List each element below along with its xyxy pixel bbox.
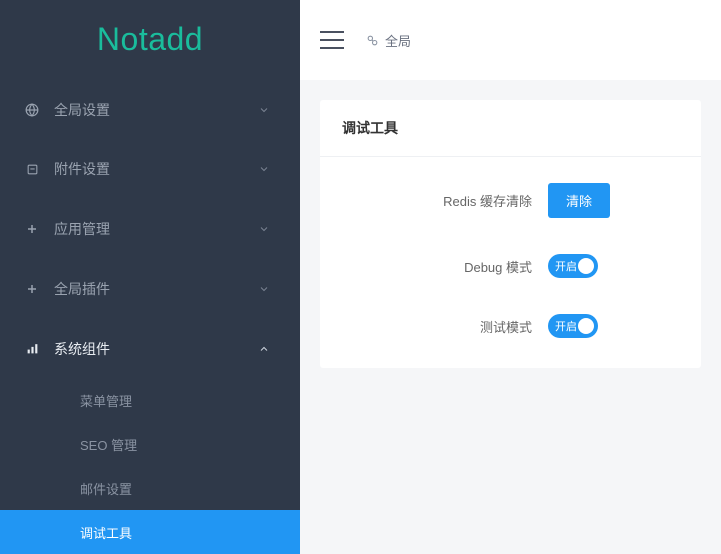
toggle-knob — [578, 318, 594, 334]
sidebar-sub-debug-tools[interactable]: 调试工具 — [0, 510, 300, 554]
logo-area: Notadd — [0, 0, 300, 80]
sidebar-item-global-settings[interactable]: 全局设置 — [0, 80, 300, 140]
topbar: 全局 — [300, 0, 721, 80]
sidebar-item-system-components[interactable]: 系统组件 — [0, 319, 300, 379]
clear-cache-button[interactable]: 清除 — [548, 183, 610, 218]
toggle-state-label: 开启 — [555, 318, 577, 334]
sidebar-sub-label: SEO 管理 — [80, 435, 137, 454]
sidebar-item-label: 系统组件 — [54, 339, 110, 359]
chevron-down-icon — [258, 223, 270, 235]
chevron-up-icon — [258, 343, 270, 355]
chevron-down-icon — [258, 104, 270, 116]
sidebar-item-label: 附件设置 — [54, 159, 110, 179]
sidebar-sub-label: 菜单管理 — [80, 391, 132, 410]
sidebar: Notadd 全局设置 附件设置 应用管理 全局插件 — [0, 0, 300, 554]
chevron-down-icon — [258, 283, 270, 295]
sidebar-sub-seo-management[interactable]: SEO 管理 — [0, 422, 300, 466]
sidebar-item-global-plugins[interactable]: 全局插件 — [0, 259, 300, 319]
sidebar-item-attachment-settings[interactable]: 附件设置 — [0, 140, 300, 200]
row-redis-cache: Redis 缓存清除 清除 — [348, 183, 673, 218]
sidebar-sub-label: 调试工具 — [80, 523, 132, 542]
toggle-state-label: 开启 — [555, 258, 577, 274]
panel-debug-tools: 调试工具 Redis 缓存清除 清除 Debug 模式 开启 测试模式 — [320, 100, 701, 368]
debug-mode-label: Debug 模式 — [348, 257, 548, 276]
sidebar-sub-label: 邮件设置 — [80, 479, 132, 498]
plus-icon — [24, 221, 40, 237]
sidebar-item-label: 全局插件 — [54, 279, 110, 299]
brand-logo: Notadd — [97, 21, 203, 58]
test-mode-label: 测试模式 — [348, 317, 548, 336]
chevron-down-icon — [258, 163, 270, 175]
toggle-knob — [578, 258, 594, 274]
row-test-mode: 测试模式 开启 — [348, 314, 673, 338]
menu-toggle-button[interactable] — [320, 31, 344, 49]
sidebar-sub-menu-management[interactable]: 菜单管理 — [0, 379, 300, 423]
panel-title: 调试工具 — [320, 100, 701, 157]
redis-cache-label: Redis 缓存清除 — [348, 191, 548, 210]
breadcrumb-root[interactable]: 全局 — [385, 31, 411, 50]
tools-icon — [366, 34, 379, 47]
panel-body: Redis 缓存清除 清除 Debug 模式 开启 测试模式 — [320, 157, 701, 368]
sidebar-item-label: 应用管理 — [54, 219, 110, 239]
sidebar-sub-mail-settings[interactable]: 邮件设置 — [0, 466, 300, 510]
file-icon — [24, 161, 40, 177]
globe-icon — [24, 102, 40, 118]
row-debug-mode: Debug 模式 开启 — [348, 254, 673, 278]
component-icon — [24, 341, 40, 357]
main-area: 全局 调试工具 Redis 缓存清除 清除 Debug 模式 开启 — [300, 0, 721, 554]
plus-icon — [24, 281, 40, 297]
debug-mode-toggle[interactable]: 开启 — [548, 254, 598, 278]
breadcrumb: 全局 — [366, 31, 411, 50]
sidebar-item-app-management[interactable]: 应用管理 — [0, 199, 300, 259]
sidebar-item-label: 全局设置 — [54, 100, 110, 120]
test-mode-toggle[interactable]: 开启 — [548, 314, 598, 338]
